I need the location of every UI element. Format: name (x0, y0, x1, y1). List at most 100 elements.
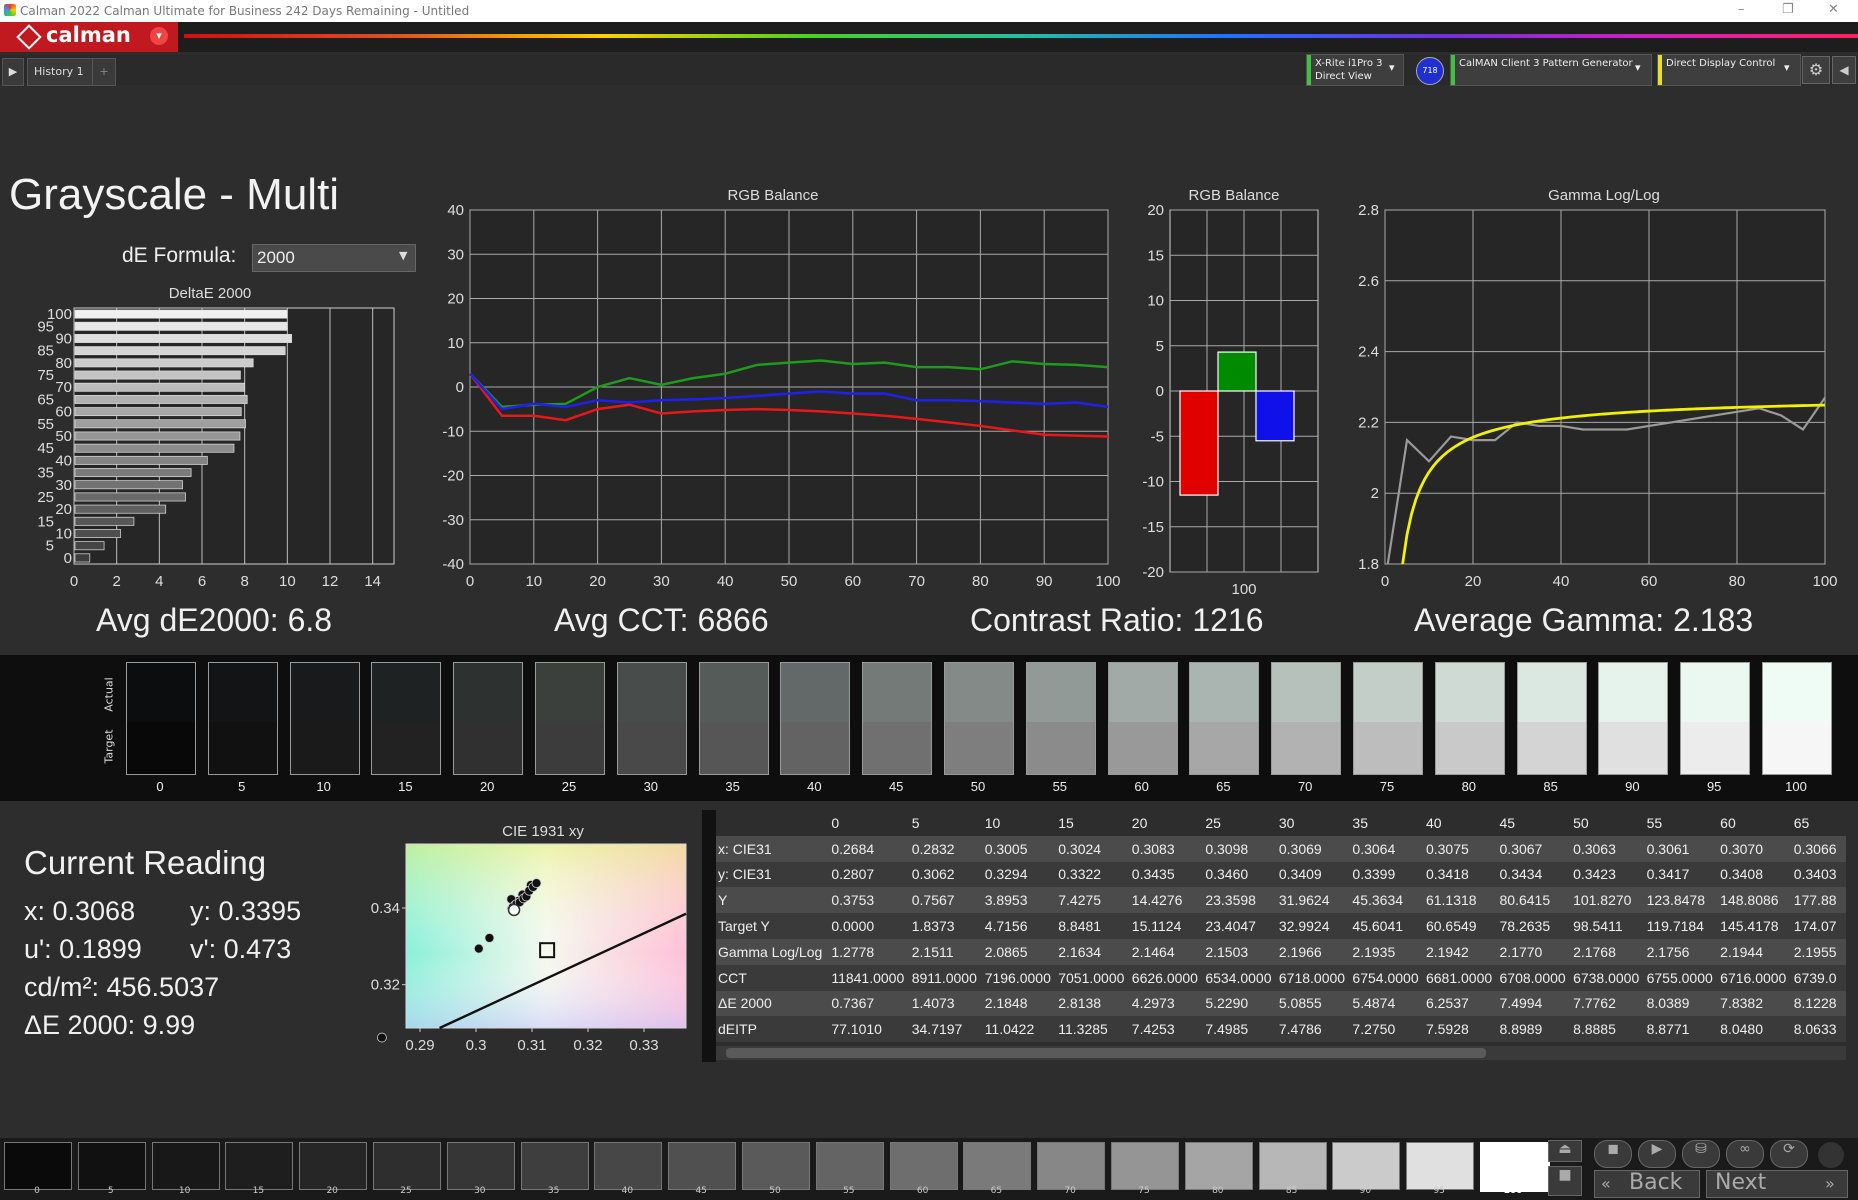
table-column-header[interactable]: 55 (1645, 810, 1719, 836)
table-row[interactable]: dEITP 77.1010 34.7197 11.0422 11.3285 7.4253 7… (716, 1016, 1846, 1043)
target-swatch[interactable] (1516, 722, 1587, 775)
minimize-button[interactable]: – (1738, 2, 1745, 17)
table-column-header[interactable]: 10 (983, 810, 1057, 836)
table-column-header[interactable]: 45 (1498, 810, 1572, 836)
patch-button[interactable] (1332, 1142, 1401, 1190)
actual-swatch[interactable] (862, 662, 933, 723)
actual-swatch[interactable] (780, 662, 851, 723)
target-swatch[interactable] (1025, 722, 1096, 775)
table-column-header[interactable]: 30 (1277, 810, 1351, 836)
device-meter[interactable]: X-Rite i1Pro 3 Direct View ▾ (1306, 54, 1404, 86)
actual-swatch[interactable] (1598, 662, 1669, 723)
logo-dropdown-icon[interactable]: ▾ (150, 27, 168, 45)
patch-button[interactable] (815, 1142, 884, 1190)
patch-button[interactable] (520, 1142, 589, 1190)
actual-swatch[interactable] (1762, 662, 1832, 723)
target-swatch[interactable] (371, 722, 442, 775)
actual-swatch[interactable] (207, 662, 278, 723)
patch-button[interactable] (299, 1142, 368, 1190)
target-swatch[interactable] (1271, 722, 1342, 775)
patch-button[interactable] (4, 1142, 72, 1190)
table-column-header[interactable]: 25 (1203, 810, 1277, 836)
table-column-header[interactable]: 15 (1056, 810, 1130, 836)
stop-icon[interactable]: ■ (1548, 1166, 1582, 1196)
table-column-header[interactable]: 20 (1130, 810, 1204, 836)
next-button[interactable]: Next » (1706, 1170, 1848, 1198)
patch-button[interactable] (742, 1142, 810, 1190)
actual-swatch[interactable] (944, 662, 1014, 723)
table-row[interactable]: CCT 11841.0000 8911.0000 7196.0000 7051.0000… (716, 964, 1846, 991)
target-swatch[interactable] (944, 722, 1014, 775)
patch-button[interactable] (963, 1142, 1032, 1190)
actual-swatch[interactable] (616, 662, 687, 723)
patch-button[interactable] (889, 1142, 958, 1190)
patch-button[interactable] (373, 1142, 441, 1190)
table-column-header[interactable]: 60 (1718, 810, 1792, 836)
target-swatch[interactable] (1598, 722, 1669, 775)
restore-button[interactable]: ❐ (1782, 2, 1794, 17)
play-measure-button[interactable]: ▶ (1638, 1140, 1676, 1168)
patch-button[interactable] (1111, 1142, 1179, 1190)
calman-logo-button[interactable]: calman ▾ (0, 22, 178, 52)
target-swatch[interactable] (535, 722, 605, 775)
patch-button[interactable] (1480, 1142, 1550, 1192)
add-tab-button[interactable]: + (92, 58, 116, 86)
table-column-header[interactable]: 65 (1792, 810, 1846, 836)
device-display-control[interactable]: Direct Display Control ▾ (1657, 54, 1801, 86)
patch-button[interactable] (668, 1142, 737, 1190)
play-icon[interactable]: ▶ (2, 58, 24, 86)
actual-swatch[interactable] (289, 662, 360, 723)
table-column-header[interactable]: 5 (910, 810, 983, 836)
actual-swatch[interactable] (453, 662, 524, 723)
actual-swatch[interactable] (1189, 662, 1260, 723)
de-formula-select[interactable]: 2000 ▼ (252, 244, 416, 272)
table-column-header[interactable]: 50 (1571, 810, 1645, 836)
meter-badge[interactable]: 718 (1416, 57, 1444, 85)
table-column-header[interactable]: 0 (829, 810, 909, 836)
loop-button[interactable]: ∞ (1726, 1140, 1764, 1168)
table-row[interactable]: x: CIE31 0.2684 0.2832 0.3005 0.3024 0.3083 0.… (716, 835, 1846, 862)
back-button[interactable]: « Back (1594, 1170, 1700, 1198)
collapse-panel-icon[interactable]: ◀ (1832, 56, 1856, 84)
actual-swatch[interactable] (1271, 662, 1342, 723)
refresh-button[interactable]: ⟳ (1770, 1140, 1808, 1168)
patch-button[interactable] (1037, 1142, 1106, 1190)
patch-button[interactable] (225, 1142, 294, 1190)
patch-button[interactable] (151, 1142, 220, 1190)
target-swatch[interactable] (1762, 722, 1832, 775)
table-row[interactable]: Target Y 0.0000 1.8373 4.7156 8.8481 15.1124 2… (716, 913, 1846, 939)
patch-button[interactable] (446, 1142, 515, 1190)
target-swatch[interactable] (1434, 722, 1505, 775)
actual-swatch[interactable] (1434, 662, 1505, 723)
scrollbar-thumb[interactable] (726, 1048, 1486, 1058)
actual-swatch[interactable] (1025, 662, 1096, 723)
actual-swatch[interactable] (535, 662, 605, 723)
target-swatch[interactable] (862, 722, 933, 775)
actual-swatch[interactable] (698, 662, 769, 723)
patch-button[interactable] (1184, 1142, 1253, 1190)
actual-swatch[interactable] (1680, 662, 1751, 723)
patch-button[interactable] (1258, 1142, 1327, 1190)
target-swatch[interactable] (289, 722, 360, 775)
close-button[interactable]: ✕ (1828, 2, 1839, 17)
device-pattern-generator[interactable]: CalMAN Client 3 Pattern Generator ▾ (1450, 54, 1652, 86)
table-column-header[interactable]: 35 (1350, 810, 1424, 836)
table-row[interactable]: ΔE 2000 0.7367 1.4073 2.1848 2.8138 4.2973 5.2… (716, 990, 1846, 1017)
table-row[interactable]: Gamma Log/Log 1.2778 2.1511 2.0865 2.1634 2.1… (716, 938, 1846, 965)
stop-measure-button[interactable]: ◼ (1594, 1140, 1632, 1168)
target-swatch[interactable] (1107, 722, 1178, 775)
target-swatch[interactable] (616, 722, 687, 775)
table-horizontal-scrollbar[interactable] (716, 1046, 1846, 1060)
target-swatch[interactable] (207, 722, 278, 775)
patch-button[interactable] (77, 1142, 146, 1190)
patch-button[interactable] (1406, 1142, 1475, 1190)
patch-button[interactable] (594, 1142, 663, 1190)
target-swatch[interactable] (453, 722, 524, 775)
table-row[interactable]: Y 0.3753 0.7567 3.8953 7.4275 14.4276 23.3598 3… (716, 887, 1846, 914)
target-swatch[interactable] (1680, 722, 1751, 775)
read-series-button[interactable]: ⛁ (1682, 1140, 1720, 1168)
target-swatch[interactable] (1189, 722, 1260, 775)
target-swatch[interactable] (126, 722, 196, 775)
actual-swatch[interactable] (1516, 662, 1587, 723)
table-row[interactable]: y: CIE31 0.2807 0.3062 0.3294 0.3322 0.3435 0.… (716, 861, 1846, 888)
